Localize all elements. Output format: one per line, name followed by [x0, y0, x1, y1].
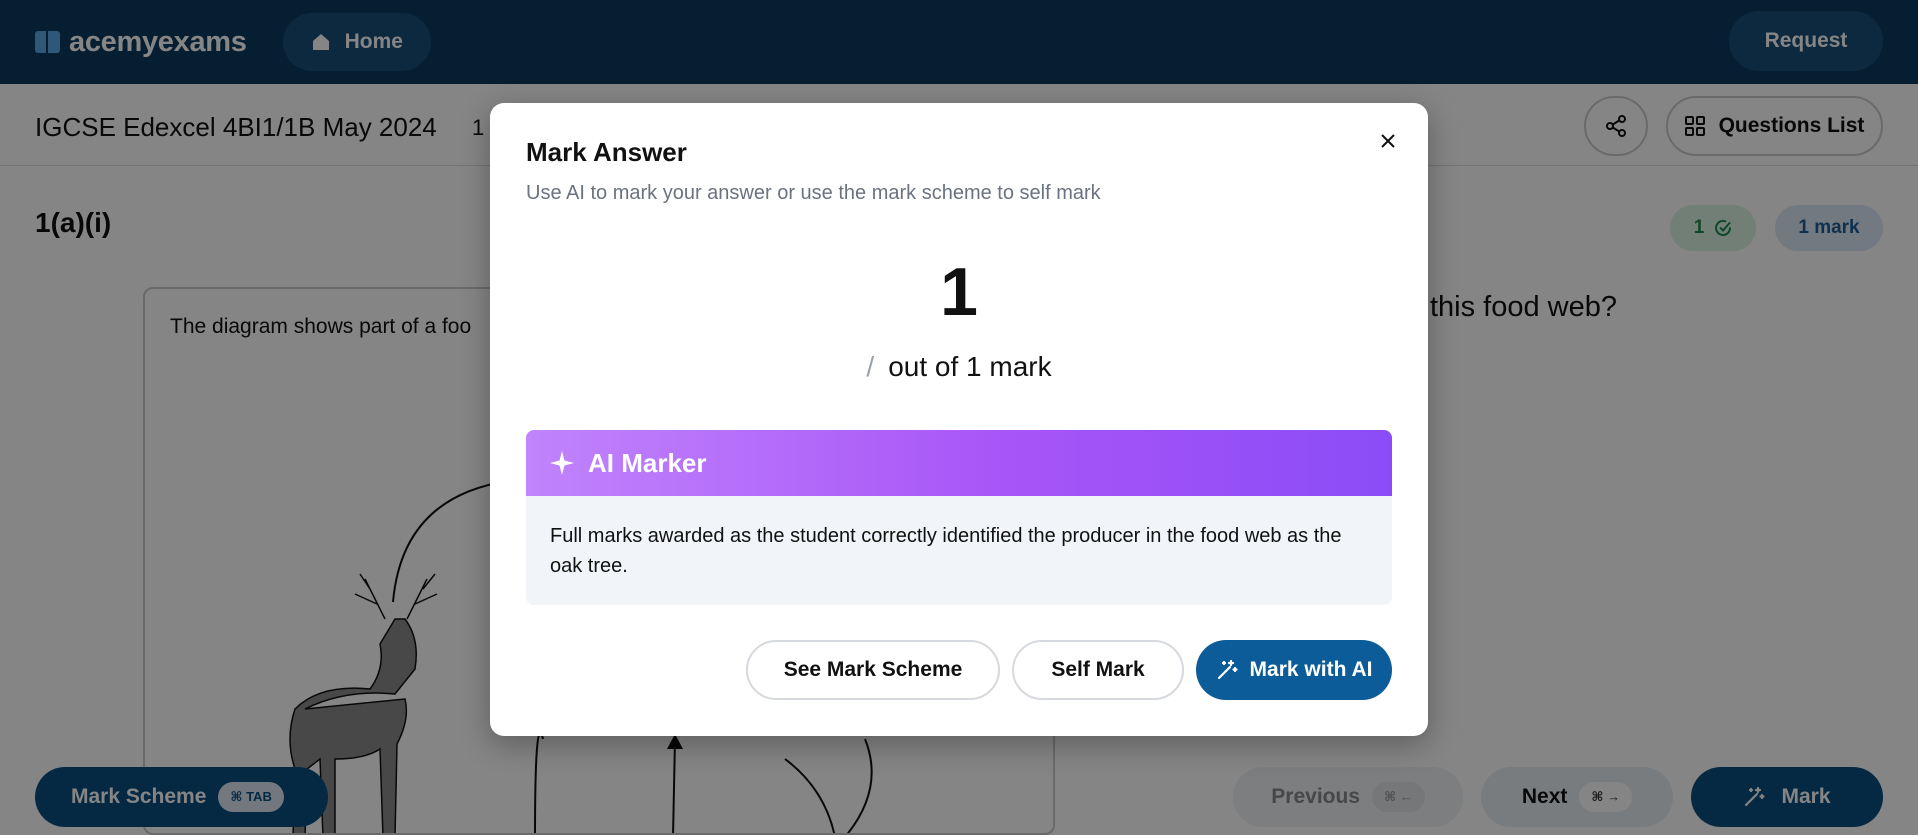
score-slash: /: [866, 351, 875, 382]
ai-feedback: Full marks awarded as the student correc…: [526, 496, 1392, 605]
sparkle-icon: [550, 451, 574, 475]
close-button[interactable]: [1374, 127, 1402, 155]
close-icon: [1381, 134, 1395, 148]
score-total: / out of 1 mark: [490, 351, 1428, 383]
score-total-label: out of 1 mark: [888, 351, 1052, 382]
see-mark-scheme-button[interactable]: See Mark Scheme: [746, 640, 1000, 700]
dialog-title: Mark Answer: [526, 137, 687, 167]
mark-answer-dialog: Mark Answer Use AI to mark your answer o…: [490, 103, 1428, 736]
ai-marker-header: AI Marker: [526, 430, 1392, 496]
score-value: 1: [940, 254, 978, 330]
mark-with-ai-button[interactable]: Mark with AI: [1196, 640, 1392, 700]
dialog-subtitle: Use AI to mark your answer or use the ma…: [526, 182, 1101, 204]
mark-with-ai-label: Mark with AI: [1249, 658, 1373, 681]
magic-wand-icon: [1217, 659, 1238, 680]
ai-marker-title: AI Marker: [588, 447, 707, 478]
self-mark-button[interactable]: Self Mark: [1012, 640, 1184, 700]
